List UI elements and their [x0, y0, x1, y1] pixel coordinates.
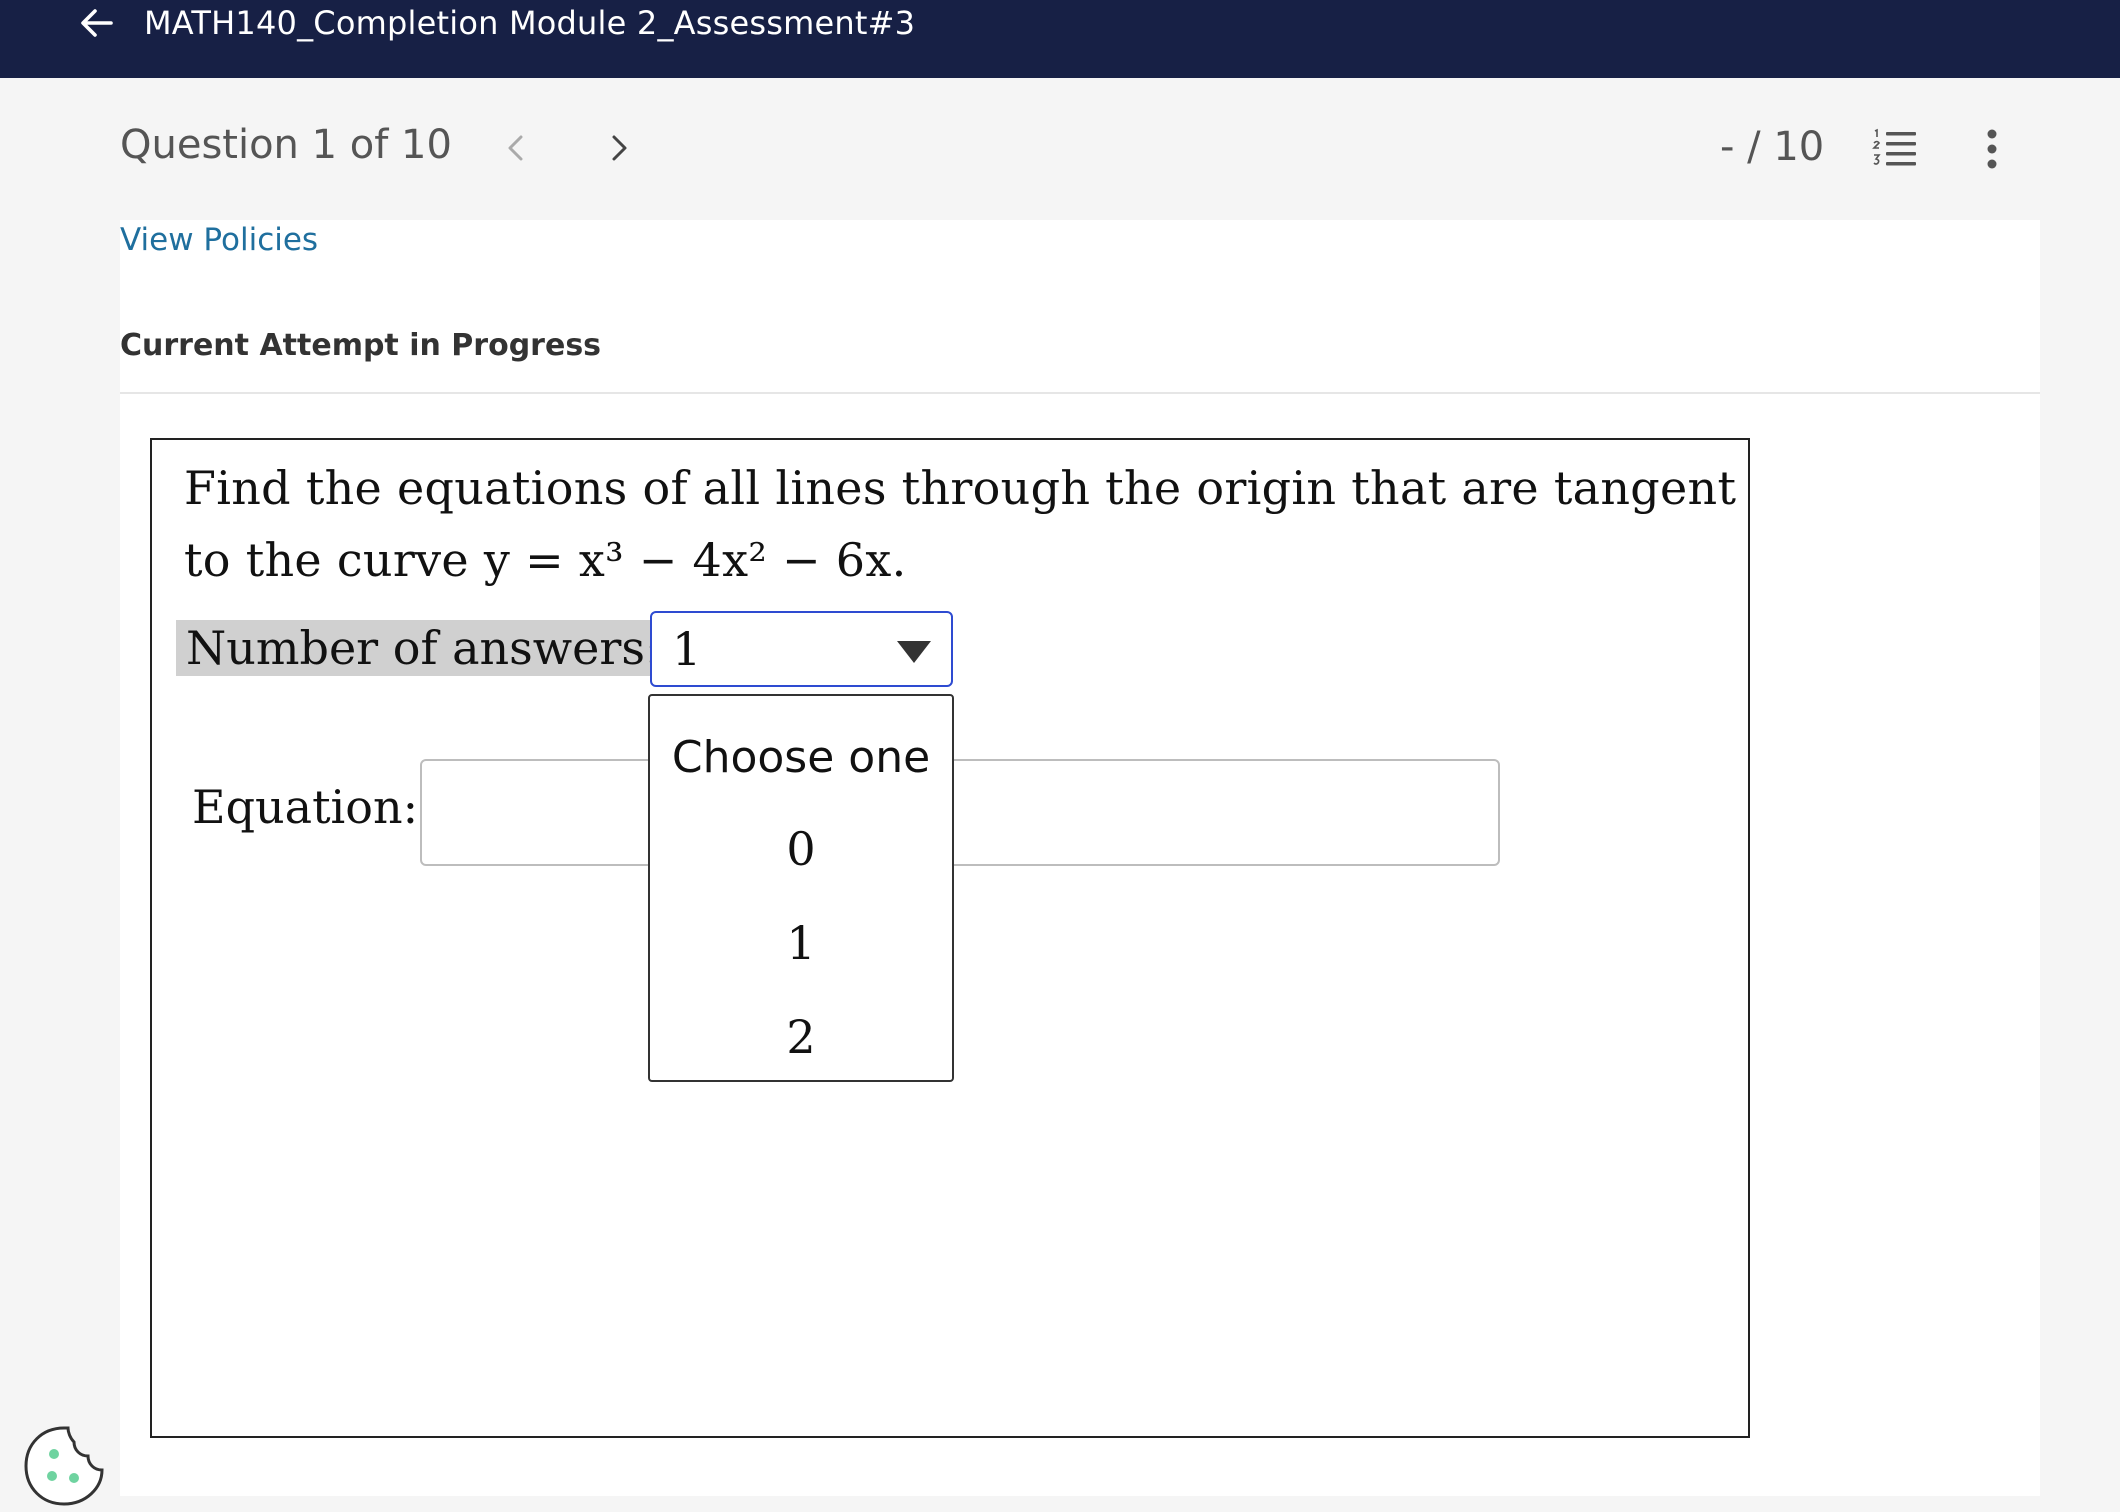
arrow-left-icon [81, 9, 113, 37]
dropdown-option-choose-one[interactable]: Choose one [650, 710, 952, 804]
equation-label: Equation: [192, 780, 419, 834]
dropdown-option-0[interactable]: 0 [650, 802, 952, 896]
number-of-answers-label: Number of answers: [176, 620, 671, 676]
attempt-status: Current Attempt in Progress [120, 328, 602, 363]
question-counter: Question 1 of 10 [120, 122, 452, 168]
back-button[interactable] [76, 2, 118, 44]
dropdown-option-2[interactable]: 2 [650, 990, 952, 1084]
previous-question-button[interactable] [494, 126, 538, 170]
caret-down-icon [897, 641, 931, 663]
question-score: - / 10 [1720, 124, 1825, 170]
top-bar: MATH140_Completion Module 2_Assessment#3 [0, 0, 2120, 78]
cookie-icon [24, 1426, 104, 1506]
question-equation: y = x³ − 4x² − 6x. [483, 533, 907, 587]
number-of-answers-value: 1 [672, 622, 702, 676]
number-of-answers-select[interactable]: 1 [650, 611, 953, 687]
question-text: Find the equations of all lines through … [184, 452, 1744, 596]
chevron-right-icon [612, 135, 627, 161]
cookie-settings-button[interactable] [22, 1424, 106, 1508]
question-line-2: to the curve y = x³ − 4x² − 6x. [184, 524, 1744, 596]
equation-input[interactable] [420, 759, 1500, 866]
numbered-list-icon [1872, 128, 1916, 166]
chevron-left-icon [508, 135, 523, 161]
view-policies-link[interactable]: View Policies [120, 222, 318, 258]
section-divider [120, 392, 2040, 394]
more-options-button[interactable] [1974, 126, 2010, 172]
next-question-button[interactable] [597, 126, 641, 170]
question-line-1: Find the equations of all lines through … [184, 461, 1737, 515]
question-line-2-prefix: to the curve [184, 533, 484, 587]
number-of-answers-dropdown: Choose one 0 1 2 [648, 694, 954, 1082]
dropdown-option-1[interactable]: 1 [650, 896, 952, 990]
assessment-title: MATH140_Completion Module 2_Assessment#3 [144, 4, 916, 42]
more-vertical-icon [1987, 129, 1997, 169]
question-list-button[interactable] [1872, 128, 1918, 170]
